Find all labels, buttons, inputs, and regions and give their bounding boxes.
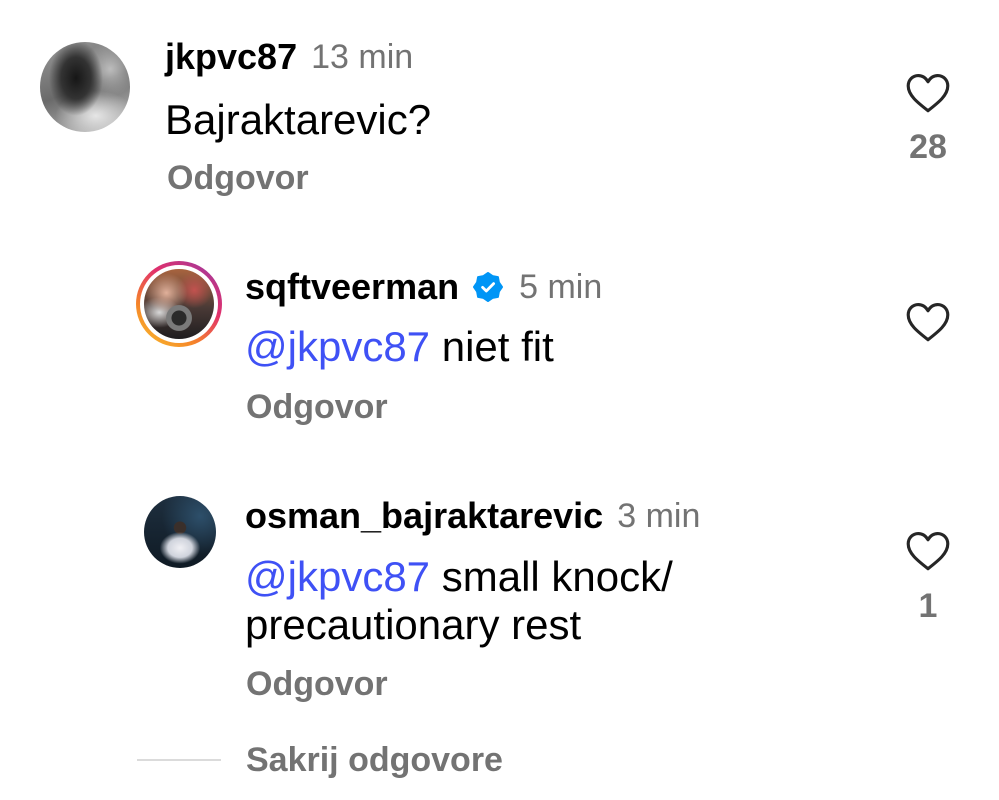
heart-icon[interactable] bbox=[903, 526, 953, 576]
reply-text: @jkpvc87 small knock/ precautionary rest bbox=[245, 553, 865, 649]
reply-button[interactable]: Odgovor bbox=[246, 662, 388, 706]
reply-button[interactable]: Odgovor bbox=[167, 156, 309, 200]
verified-badge-icon bbox=[473, 272, 504, 302]
divider-line bbox=[137, 759, 221, 761]
mention-link[interactable]: @jkpvc87 bbox=[245, 553, 430, 600]
heart-icon[interactable] bbox=[903, 68, 953, 118]
reply-header: osman_bajraktarevic 3 min bbox=[245, 494, 700, 538]
reply-button[interactable]: Odgovor bbox=[246, 385, 388, 429]
timestamp: 5 min bbox=[519, 268, 603, 306]
avatar[interactable] bbox=[40, 42, 130, 132]
reply-header: sqftveerman 5 min bbox=[245, 265, 602, 309]
username[interactable]: osman_bajraktarevic bbox=[245, 494, 603, 538]
avatar[interactable] bbox=[144, 269, 214, 339]
comment-text-content: Bajraktarevic? bbox=[165, 96, 432, 143]
heart-icon[interactable] bbox=[903, 297, 953, 347]
comment-header: jkpvc87 13 min bbox=[165, 35, 413, 79]
avatar[interactable] bbox=[144, 496, 216, 568]
hide-replies-button[interactable]: Sakrij odgovore bbox=[246, 738, 503, 782]
reply-text: @jkpvc87 niet fit bbox=[245, 323, 865, 371]
avatar-story-ring[interactable] bbox=[136, 261, 222, 347]
timestamp: 3 min bbox=[617, 497, 701, 535]
reply-text-content: niet fit bbox=[441, 323, 554, 370]
mention-link[interactable]: @jkpvc87 bbox=[245, 323, 430, 370]
like-count[interactable]: 28 bbox=[888, 127, 968, 167]
username[interactable]: jkpvc87 bbox=[165, 35, 297, 79]
timestamp: 13 min bbox=[311, 38, 414, 76]
username[interactable]: sqftveerman bbox=[245, 265, 459, 309]
comment-text: Bajraktarevic? bbox=[165, 96, 785, 144]
like-count[interactable]: 1 bbox=[888, 586, 968, 626]
